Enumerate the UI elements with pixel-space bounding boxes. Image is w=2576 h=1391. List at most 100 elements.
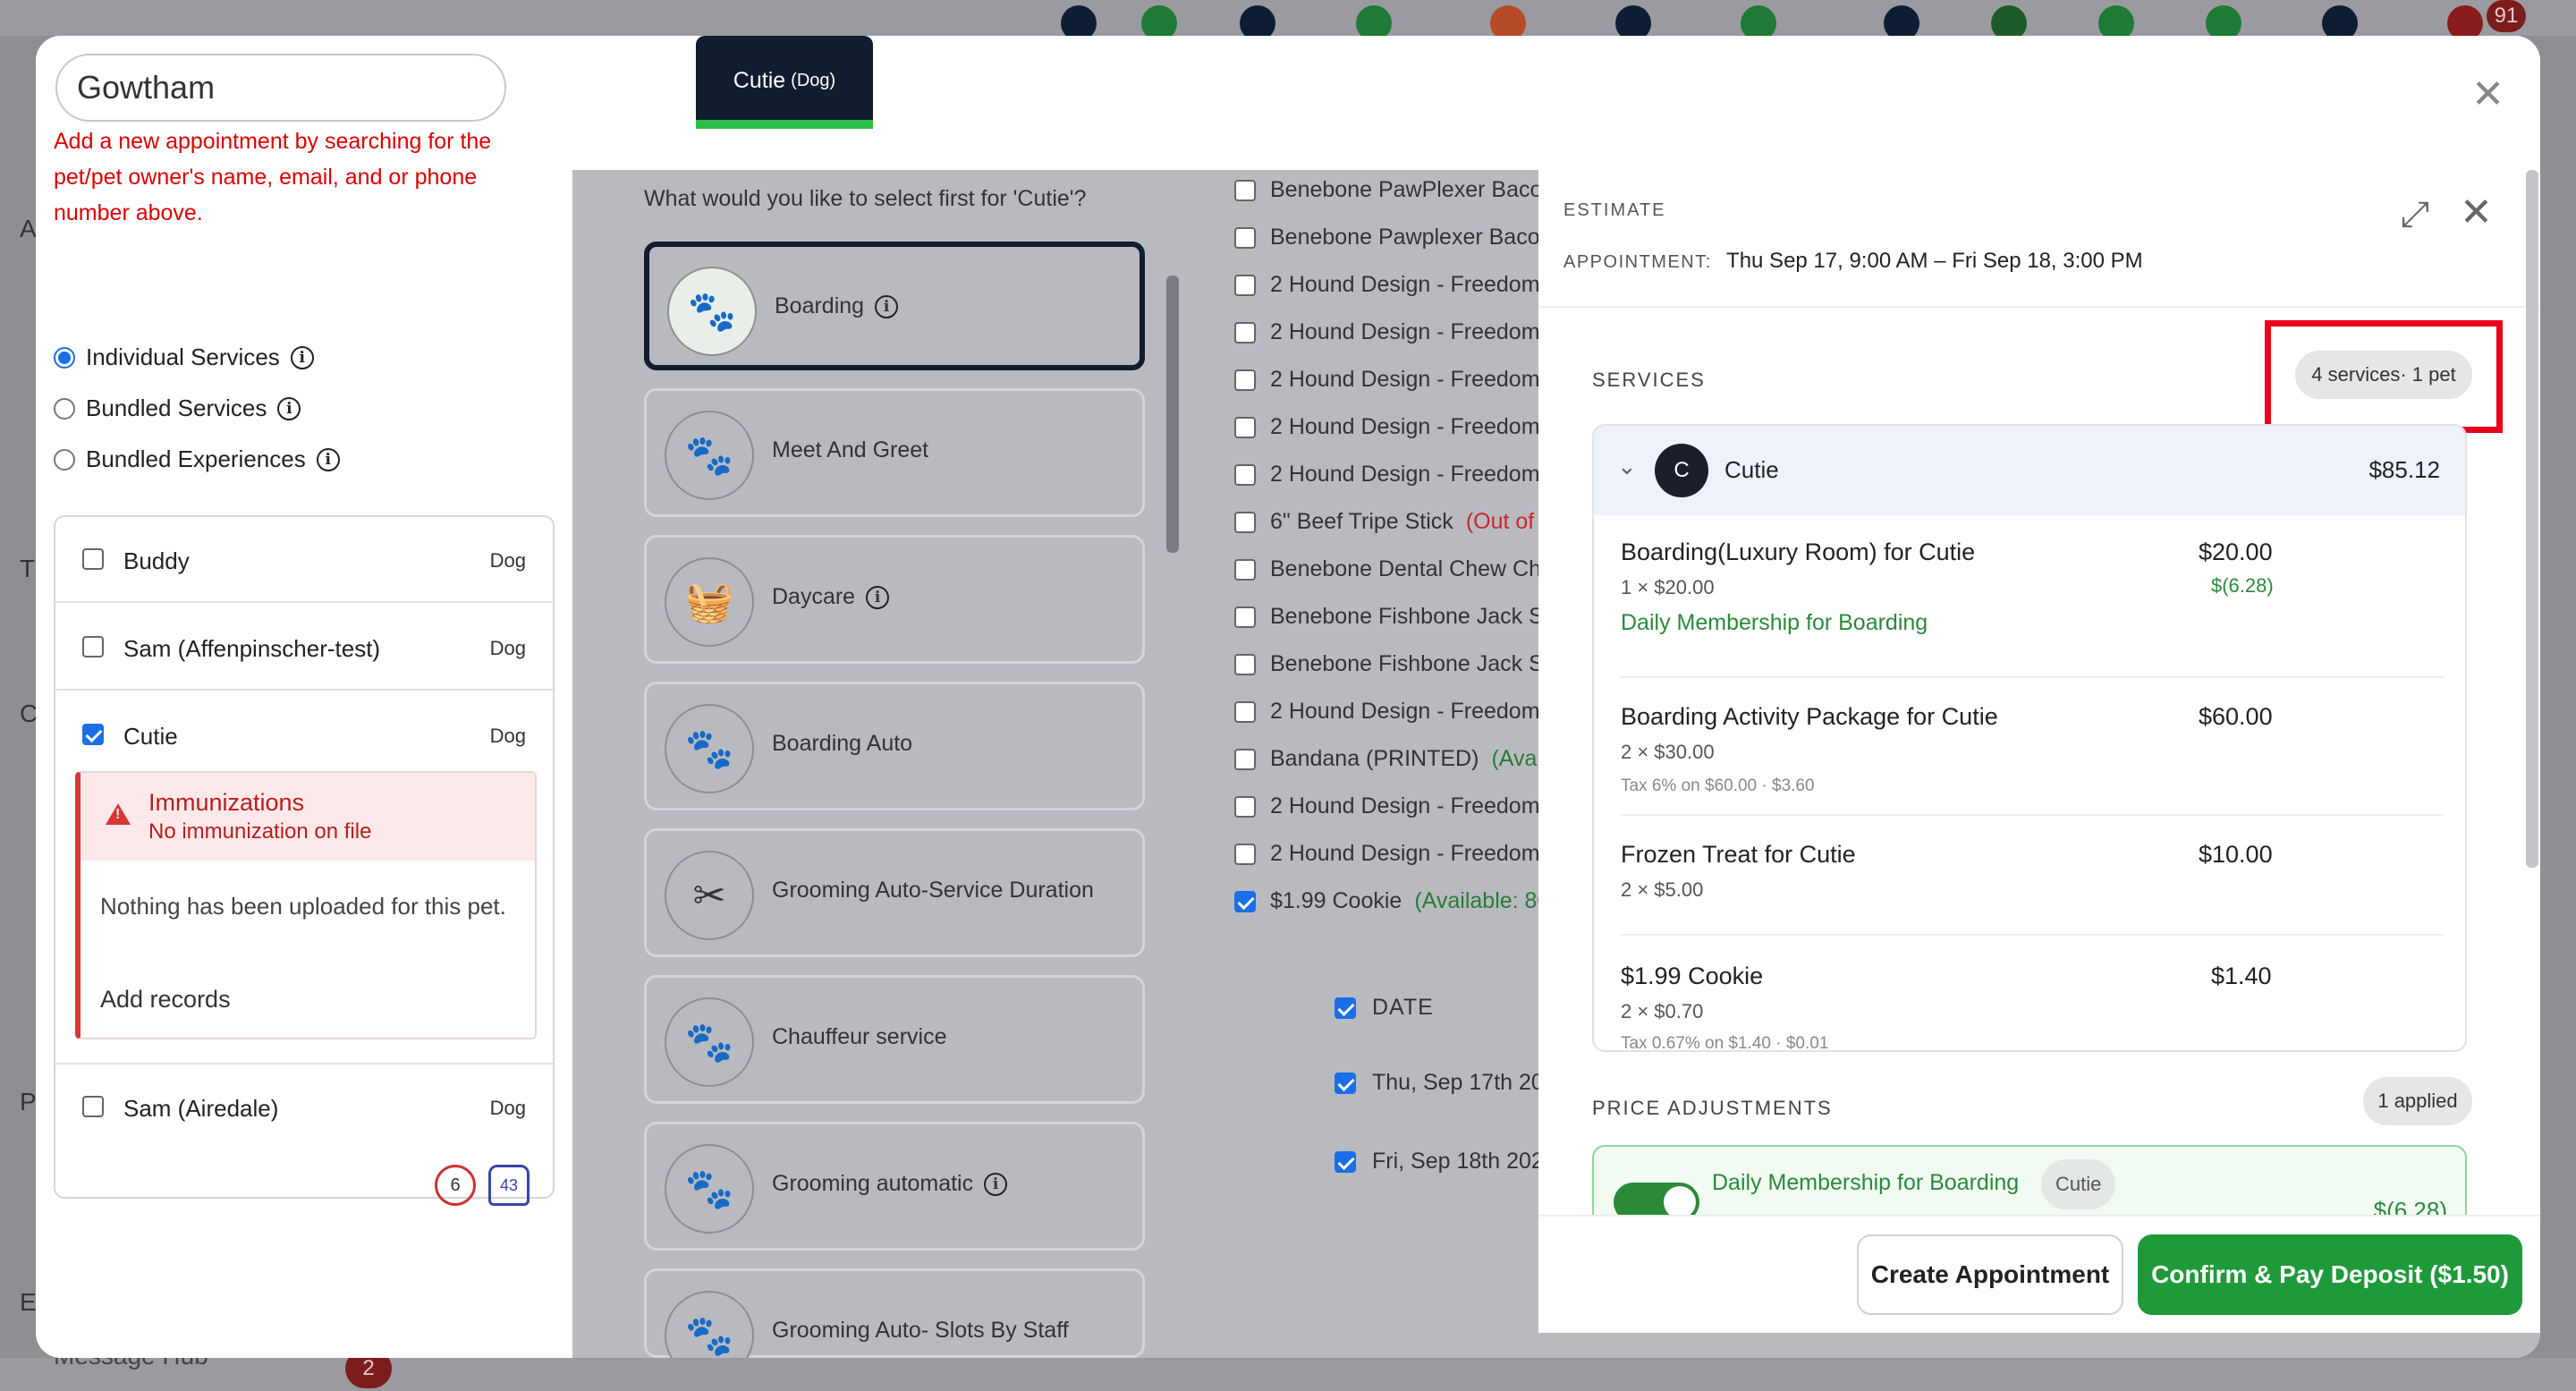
radio-individual-services[interactable]: Individual Services i [54,344,314,371]
product-row[interactable]: Benebone Fishbone Jack Salmo [1234,651,1574,677]
pet-row-cutie[interactable]: Cutie Dog [55,692,553,778]
pet-type: Dog [489,549,526,572]
immunization-header: Immunizations No immunization on file [80,773,535,861]
product-row[interactable]: Benebone PawPlexer Bacon M [1234,177,1574,203]
product-checkbox[interactable] [1234,700,1256,723]
pet-row-buddy[interactable]: Buddy Dog [55,517,553,603]
create-appointment-button[interactable]: Create Appointment [1857,1234,2123,1315]
pet-checkbox[interactable] [82,724,104,745]
confirm-pay-deposit-button[interactable]: Confirm & Pay Deposit ($1.50) [2138,1234,2522,1315]
product-row[interactable]: Benebone Dental Chew Chicke [1234,556,1574,582]
product-checkbox[interactable] [1234,748,1256,770]
pet-checkbox[interactable] [82,636,104,657]
category-grooming-auto-slots-by-staff[interactable]: 🐾 Grooming Auto- Slots By Staff [644,1268,1145,1358]
close-icon[interactable]: ✕ [2460,190,2493,235]
radio-button[interactable] [54,448,75,471]
product-label: 2 Hound Design - Freedom No [1270,414,1574,439]
pet-card-header[interactable]: ⌄ C Cutie $85.12 [1594,426,2465,515]
pet-row-sam-affenpinscher[interactable]: Sam (Affenpinscher-test) Dog [55,605,553,691]
pet-search-panel: Add a new appointment by searching for t… [36,36,572,1358]
category-boarding-auto[interactable]: 🐾 Boarding Auto [644,682,1145,810]
pet-search-input[interactable] [55,54,506,122]
info-icon[interactable]: i [984,1172,1008,1196]
avatar: C [1655,444,1708,497]
date-checkbox[interactable] [1335,1150,1356,1173]
category-daycare[interactable]: 🧺 Daycare i [644,535,1145,664]
estimate-pet-card: ⌄ C Cutie $85.12 Boarding(Luxury Room) f… [1592,424,2467,1052]
line-item: Frozen Treat for Cutie 2 × $5.00 $10.00 [1621,816,2444,936]
info-icon[interactable]: i [277,396,301,420]
history-icon[interactable]: 6 [435,1165,476,1206]
category-chauffeur-service[interactable]: 🐾 Chauffeur service [644,975,1145,1104]
chevron-down-icon[interactable]: ⌄ [1617,453,1637,480]
product-label: 2 Hound Design - Freedom No [1270,699,1574,724]
product-label: 2 Hound Design - Freedom No [1270,367,1574,392]
product-checkbox[interactable] [1234,274,1256,296]
weight-icon[interactable]: 43 [488,1165,530,1206]
info-icon[interactable]: i [875,294,899,318]
product-checkbox[interactable] [1234,416,1256,438]
date-row[interactable]: Fri, Sep 18th 2026 [1335,1149,1556,1175]
paw-icon: 🐾 [665,997,754,1087]
info-icon[interactable]: i [866,585,890,609]
expand-icon[interactable]: ⤢ [2401,195,2429,235]
paw-icon: 🐾 [665,1144,754,1234]
product-checkbox[interactable] [1234,463,1256,486]
product-checkbox[interactable] [1234,890,1256,912]
category-grooming-auto-service-duration[interactable]: ✂ Grooming Auto-Service Duration [644,828,1145,957]
product-checkbox[interactable] [1234,511,1256,533]
pet-checkbox[interactable] [82,1096,104,1117]
product-row[interactable]: Benebone Pawplexer Bacon La [1234,225,1574,250]
product-checkbox[interactable] [1234,321,1256,344]
pet-name: Sam (Airedale) [123,1095,279,1122]
paw-icon: 🐾 [665,704,754,793]
product-checkbox[interactable] [1234,795,1256,818]
radio-bundled-experiences[interactable]: Bundled Experiences i [54,445,340,473]
basket-icon: 🧺 [665,557,754,647]
line-item-price: $1.40 [2211,963,2272,989]
product-checkbox[interactable] [1234,606,1256,628]
radio-button[interactable] [54,397,75,420]
product-row[interactable]: 2 Hound Design - Freedom No [1234,793,1574,819]
category-boarding[interactable]: 🐾 Boarding i [644,242,1145,370]
category-label: Chauffeur service [772,1024,947,1049]
product-row[interactable]: 2 Hound Design - Freedom No [1234,462,1574,488]
product-row[interactable]: 2 Hound Design - Freedom No [1234,367,1574,393]
add-records-link[interactable]: Add records [100,986,231,1014]
product-row[interactable]: $1.99 Cookie (Available: 80) [1234,888,1574,914]
category-grooming-automatic[interactable]: 🐾 Grooming automatic i [644,1122,1145,1251]
date-select-all[interactable]: DATE [1335,995,1434,1021]
product-row[interactable]: 2 Hound Design - Freedom No [1234,272,1574,298]
product-row[interactable]: Benebone Fishbone Jack Salmo [1234,604,1574,630]
info-icon[interactable]: i [316,447,340,471]
product-row[interactable]: Bandana (PRINTED)(Available: [1234,746,1574,772]
product-row[interactable]: 6" Beef Tripe Stick (Out of Stoc [1234,509,1574,535]
estimate-scrollbar[interactable] [2526,170,2538,868]
category-meet-and-greet[interactable]: 🐾 Meet And Greet [644,388,1145,517]
product-row[interactable]: 2 Hound Design - Freedom No [1234,319,1574,345]
product-row[interactable]: 2 Hound Design - Freedom No [1234,841,1574,867]
close-icon[interactable]: ✕ [2471,72,2504,117]
product-checkbox[interactable] [1234,369,1256,391]
tab-pet-name: Cutie [733,67,786,93]
info-icon[interactable]: i [290,345,314,369]
product-checkbox[interactable] [1234,843,1256,865]
product-checkbox[interactable] [1234,558,1256,581]
appointment-range: APPOINTMENT: Thu Sep 17, 9:00 AM – Fri S… [1563,249,2143,274]
radio-button[interactable] [54,346,75,369]
pet-list: Buddy Dog Sam (Affenpinscher-test) Dog C… [54,515,555,1199]
product-row[interactable]: 2 Hound Design - Freedom No [1234,699,1574,725]
date-checkbox[interactable] [1335,997,1356,1019]
category-scrollbar[interactable] [1166,276,1179,553]
date-checkbox[interactable] [1335,1072,1356,1094]
radio-bundled-services[interactable]: Bundled Services i [54,394,301,422]
tab-cutie[interactable]: Cutie (Dog) [696,36,873,125]
product-checkbox[interactable] [1234,653,1256,675]
line-item-membership-link[interactable]: Daily Membership for Boarding [1621,610,1928,636]
product-row[interactable]: 2 Hound Design - Freedom No [1234,414,1574,440]
product-checkbox[interactable] [1234,226,1256,249]
immunization-alert: Immunizations No immunization on file No… [75,771,537,1039]
product-checkbox[interactable] [1234,179,1256,201]
date-row[interactable]: Thu, Sep 17th 2026 [1335,1070,1569,1096]
pet-checkbox[interactable] [82,548,104,570]
